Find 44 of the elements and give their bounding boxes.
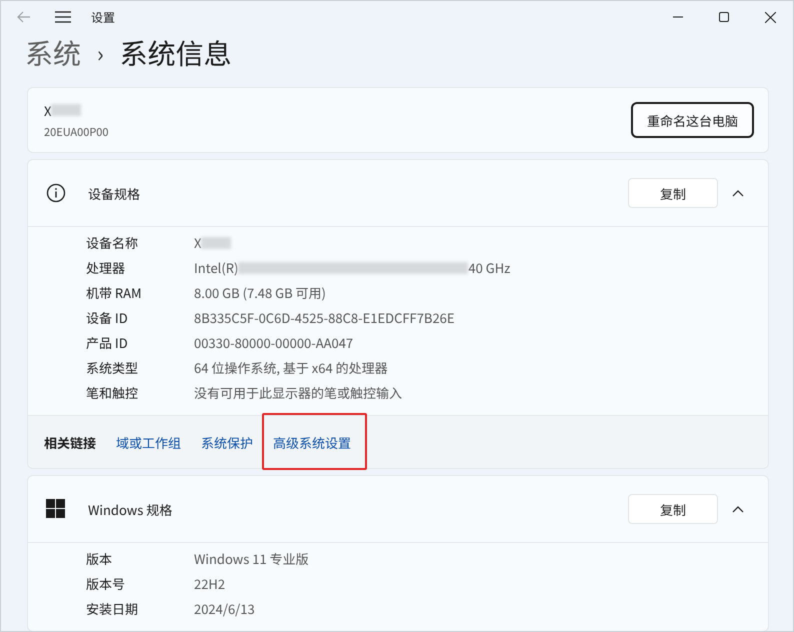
page-title: 系统信息	[120, 33, 232, 73]
spec-label: 设备名称	[86, 233, 140, 253]
copy-button[interactable]: 复制	[628, 178, 718, 208]
window-title: 设置	[91, 8, 116, 26]
spec-value: 没有可用于此显示器的笔或触控输入	[194, 383, 402, 403]
spec-label: 系统类型	[86, 358, 140, 378]
device-model: 20EUA00P00	[44, 124, 108, 140]
spec-value: 8B335C5F-0C6D-4525-88C8-E1EDCFF7B26E	[194, 308, 455, 328]
spec-label: 处理器	[86, 258, 126, 278]
menu-icon[interactable]	[55, 11, 71, 23]
spec-value: 64 位操作系统, 基于 x64 的处理器	[194, 358, 388, 378]
section-title: 设备规格	[88, 184, 140, 202]
spec-value: 8.00 GB (7.48 GB 可用)	[194, 283, 326, 303]
spec-label: 机带 RAM	[86, 283, 143, 303]
related-link[interactable]: 域或工作组	[116, 432, 182, 452]
breadcrumb-separator: ›	[97, 37, 104, 69]
info-icon	[46, 183, 66, 203]
spec-value: 22H2	[194, 574, 226, 594]
spec-label: 笔和触控	[86, 383, 140, 403]
related-links-label: 相关链接	[44, 432, 96, 452]
chevron-up-icon	[732, 189, 744, 197]
related-link[interactable]: 高级系统设置	[273, 432, 352, 452]
spec-label: 安装日期	[86, 599, 140, 619]
spec-label: 版本	[86, 549, 114, 569]
spec-value: Intel(R)	[194, 258, 238, 278]
copy-button[interactable]: 复制	[628, 494, 718, 524]
maximize-icon	[719, 12, 729, 22]
spec-value: 00330-80000-00000-AA047	[194, 333, 354, 353]
spec-value: 2024/6/13	[194, 599, 255, 619]
device-name: X	[44, 100, 52, 120]
spec-value: 40 GHz	[468, 258, 510, 278]
spec-label: 设备 ID	[86, 308, 129, 328]
breadcrumb-parent[interactable]: 系统	[25, 33, 82, 73]
related-link[interactable]: 系统保护	[201, 432, 254, 452]
spec-value: X	[194, 233, 202, 253]
chevron-up-icon	[732, 505, 744, 513]
back-icon[interactable]	[17, 11, 31, 23]
spec-label: 产品 ID	[86, 333, 129, 353]
close-icon	[764, 12, 776, 22]
windows-icon	[46, 499, 66, 519]
section-title: Windows 规格	[88, 500, 172, 518]
rename-button[interactable]: 重命名这台电脑	[630, 102, 754, 138]
spec-label: 版本号	[86, 574, 126, 594]
spec-value: Windows 11 专业版	[194, 549, 309, 569]
